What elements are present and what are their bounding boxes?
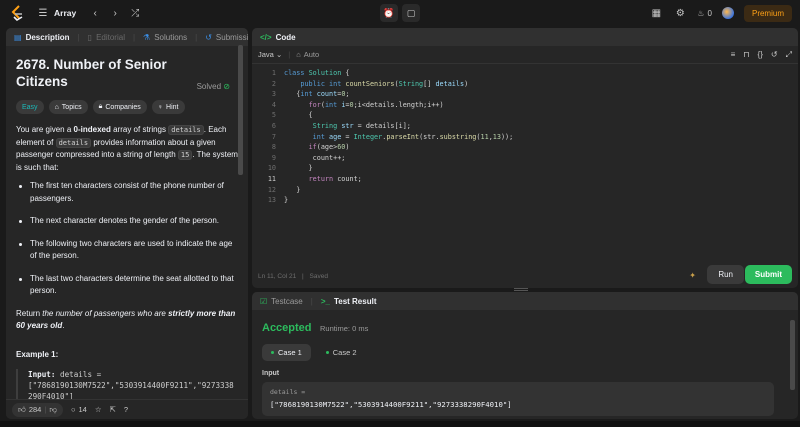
help-icon[interactable]: ?	[124, 405, 128, 414]
checkbox-icon: ☑	[260, 296, 268, 306]
tag-icon: ⌂	[54, 103, 59, 111]
description-panel: ▤ Description | ▯ Editorial | ⚗ Solution…	[6, 28, 248, 419]
premium-button[interactable]: Premium	[743, 4, 792, 22]
comments-button[interactable]: ○ 14	[71, 405, 87, 414]
panel-resize-handle[interactable]	[514, 288, 528, 291]
input-value: ["7868190130M7522","5303914400F9211","92…	[270, 400, 512, 409]
description-footer: 👍︎ 284 | 👎︎ ○ 14 ☆ ⇱ ?	[6, 399, 248, 419]
input-variable: details =	[270, 388, 306, 396]
solved-status: Solved ⊘	[196, 82, 230, 91]
list-item: The next character denotes the gender of…	[16, 215, 238, 228]
top-nav: ☰ Array ‹ › ⤮ ⏰ ▢ ▦ ⚙ ♨ 0 Premium	[0, 0, 800, 26]
history-icon: ↺	[205, 32, 212, 42]
expand-icon[interactable]: ⤢	[786, 50, 792, 60]
book-icon: ▯	[87, 32, 93, 42]
input-box: details = ["7868190130M7522","5303914400…	[262, 382, 774, 416]
list-item: The first ten characters consist of the …	[16, 180, 238, 205]
result-panel: ☑ Testcase | >_ Test Result Accepted Run…	[252, 292, 798, 419]
braces-icon[interactable]: {}	[758, 50, 763, 60]
format-icon[interactable]: ≡	[731, 50, 736, 60]
tab-description[interactable]: ▤ Description	[14, 33, 70, 42]
check-circle-icon: ⊘	[223, 82, 230, 91]
streak-count: 0	[707, 8, 712, 18]
input-label: Input	[262, 370, 280, 377]
chevron-right-icon[interactable]: ›	[108, 6, 122, 20]
share-icon[interactable]: ⇱	[110, 405, 116, 414]
list-item: The last two characters determine the se…	[16, 273, 238, 298]
code-toolbar: Java ⌄ | ⌂ Auto ≡ ⊓ {} ↺ ⤢	[252, 46, 798, 64]
description-tabs: ▤ Description | ▯ Editorial | ⚗ Solution…	[6, 28, 248, 46]
lightbulb-icon: ♀	[157, 103, 164, 111]
language-select[interactable]: Java ⌄	[258, 50, 282, 59]
problem-list-label[interactable]: Array	[54, 8, 76, 18]
problem-list-icon[interactable]: ☰	[36, 6, 50, 20]
tab-case-1[interactable]: Case 1	[262, 344, 311, 361]
topics-chip[interactable]: ⌂ Topics	[48, 100, 88, 114]
lock-icon: 🔒︎	[98, 103, 103, 110]
result-status: Accepted	[262, 322, 312, 334]
lock-icon: ⌂	[296, 50, 301, 59]
like-button[interactable]: 👍︎ 284 | 👎︎	[12, 402, 63, 417]
case-tabs: Case 1 Case 2	[262, 344, 366, 361]
tab-editorial[interactable]: ▯ Editorial	[88, 33, 125, 42]
submit-button[interactable]: Submit	[744, 265, 792, 284]
chevron-down-icon: ⌄	[275, 50, 283, 59]
document-icon: ▤	[14, 32, 22, 42]
tab-case-2[interactable]: Case 2	[317, 344, 366, 361]
problem-description: 2678. Number of Senior Citizens Solved ⊘…	[6, 46, 248, 400]
rules-list: The first ten characters consist of the …	[16, 180, 238, 298]
avatar[interactable]	[721, 7, 734, 19]
result-scrollbar[interactable]	[790, 320, 795, 390]
code-icon: </>	[260, 32, 272, 42]
code-editor[interactable]: 1 class Solution { 2 public int countSeni…	[252, 64, 798, 206]
statement-paragraph: You are given a 0-indexed array of strin…	[16, 125, 238, 172]
flame-icon: ♨	[697, 8, 705, 18]
tab-submissions[interactable]: ↺ Submissions	[205, 33, 248, 42]
bookmark-icon[interactable]: ⊓	[743, 50, 749, 60]
example-box: Input: details = ["7868190130M7522","530…	[16, 369, 238, 400]
run-button[interactable]: Run	[707, 265, 744, 284]
leetcode-logo[interactable]	[10, 5, 24, 22]
tab-code[interactable]: </> Code	[260, 33, 296, 42]
code-panel-header: </> Code	[252, 28, 798, 46]
editor-status: Ln 11, Col 21 | Saved	[258, 273, 328, 280]
comment-icon: ○	[70, 405, 76, 414]
bottom-strip	[0, 421, 800, 427]
tab-solutions[interactable]: ⚗ Solutions	[143, 33, 187, 42]
chevron-left-icon[interactable]: ‹	[88, 6, 102, 20]
problem-chips: Easy ⌂ Topics 🔒︎ Companies ♀ Hint	[16, 100, 238, 114]
hint-chip[interactable]: ♀ Hint	[151, 100, 185, 114]
problem-title[interactable]: 2678. Number of Senior Citizens	[16, 56, 186, 90]
alarm-clock-icon[interactable]: ⏰	[380, 4, 398, 22]
shuffle-icon[interactable]: ⤮	[128, 6, 142, 20]
difficulty-badge: Easy	[16, 100, 44, 114]
thumbs-down-icon[interactable]: 👎︎	[49, 405, 57, 415]
streak-counter[interactable]: ♨ 0	[697, 9, 712, 18]
list-item: The following two characters are used to…	[16, 238, 238, 263]
tab-test-result[interactable]: >_ Test Result	[321, 297, 377, 306]
note-icon[interactable]: ▢	[402, 4, 420, 22]
debug-icon[interactable]: ✦	[689, 271, 696, 280]
description-scrollbar[interactable]	[238, 45, 243, 175]
code-panel: </> Code Java ⌄ | ⌂ Auto ≡ ⊓ {} ↺ ⤢ 1 cla…	[252, 28, 798, 288]
problem-statement: You are given a 0-indexed array of strin…	[16, 124, 238, 400]
flask-icon: ⚗	[143, 32, 151, 42]
gear-icon[interactable]: ⚙	[673, 6, 687, 20]
terminal-icon: >_	[320, 296, 330, 306]
thumbs-up-icon: 👍︎	[18, 404, 26, 414]
runtime-label: Runtime: 0 ms	[320, 324, 369, 333]
result-tabs: ☑ Testcase | >_ Test Result	[252, 292, 798, 310]
tab-testcase[interactable]: ☑ Testcase	[260, 297, 303, 306]
companies-chip[interactable]: 🔒︎ Companies	[92, 100, 147, 114]
mode-label[interactable]: Auto	[304, 50, 319, 59]
reset-icon[interactable]: ↺	[771, 50, 778, 60]
return-paragraph: Return the number of passengers who are …	[16, 308, 236, 331]
layout-grid-icon[interactable]: ▦	[649, 6, 663, 20]
example-title: Example 1:	[16, 349, 59, 359]
star-icon[interactable]: ☆	[95, 405, 102, 414]
